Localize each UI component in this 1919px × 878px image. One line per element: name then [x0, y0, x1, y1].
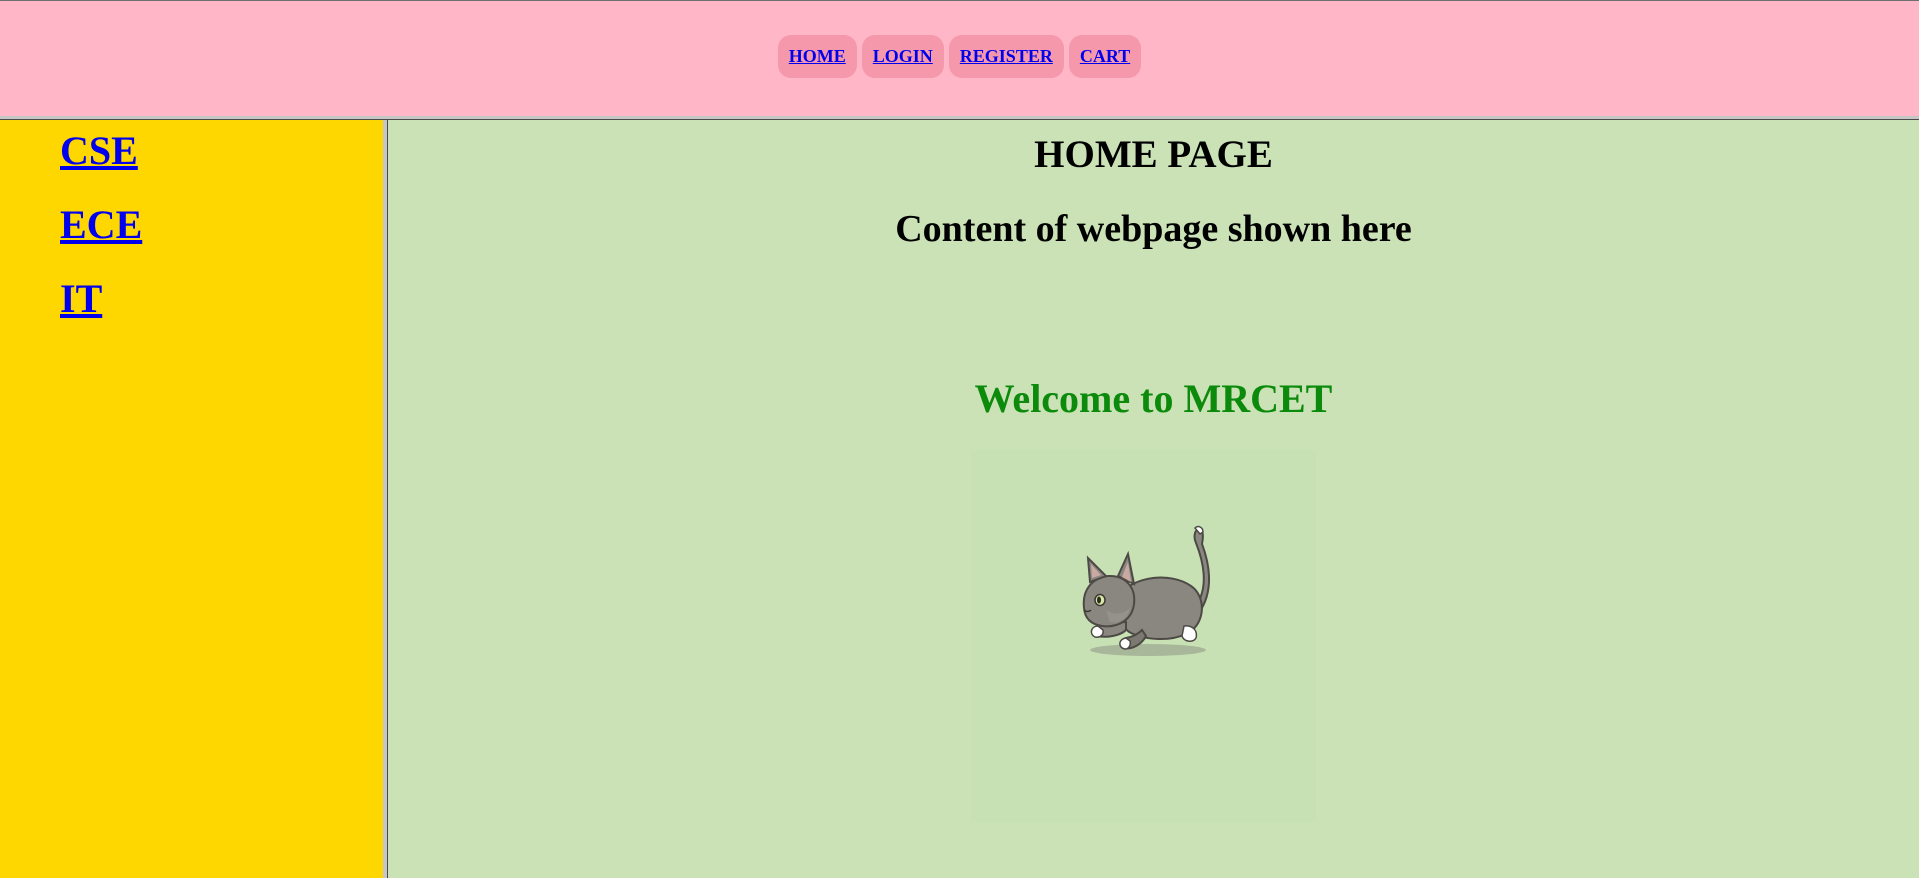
sidebar-nav: CSE ECE IT	[60, 128, 142, 350]
nav-login-link[interactable]: LOGIN	[861, 35, 944, 78]
welcome-heading: Welcome to MRCET	[974, 376, 1333, 421]
sidebar-item-it[interactable]: IT	[60, 276, 142, 322]
sidebar-item-cse[interactable]: CSE	[60, 128, 142, 174]
nav-cart-link[interactable]: CART	[1068, 35, 1142, 78]
cat-image	[971, 450, 1316, 822]
nav-home-link[interactable]: HOME	[777, 35, 857, 78]
top-nav: HOME LOGIN REGISTER CART	[0, 35, 1919, 78]
main-frame: HOME PAGE Content of webpage shown here …	[388, 120, 1919, 878]
page-title: HOME PAGE	[1034, 133, 1273, 176]
nav-register-link[interactable]: REGISTER	[948, 35, 1064, 78]
top-frame: HOME LOGIN REGISTER CART	[0, 0, 1919, 116]
page-subtitle: Content of webpage shown here	[895, 208, 1412, 250]
sidebar-item-ece[interactable]: ECE	[60, 202, 142, 248]
left-frame	[0, 120, 383, 878]
running-cat-icon	[1082, 525, 1211, 656]
